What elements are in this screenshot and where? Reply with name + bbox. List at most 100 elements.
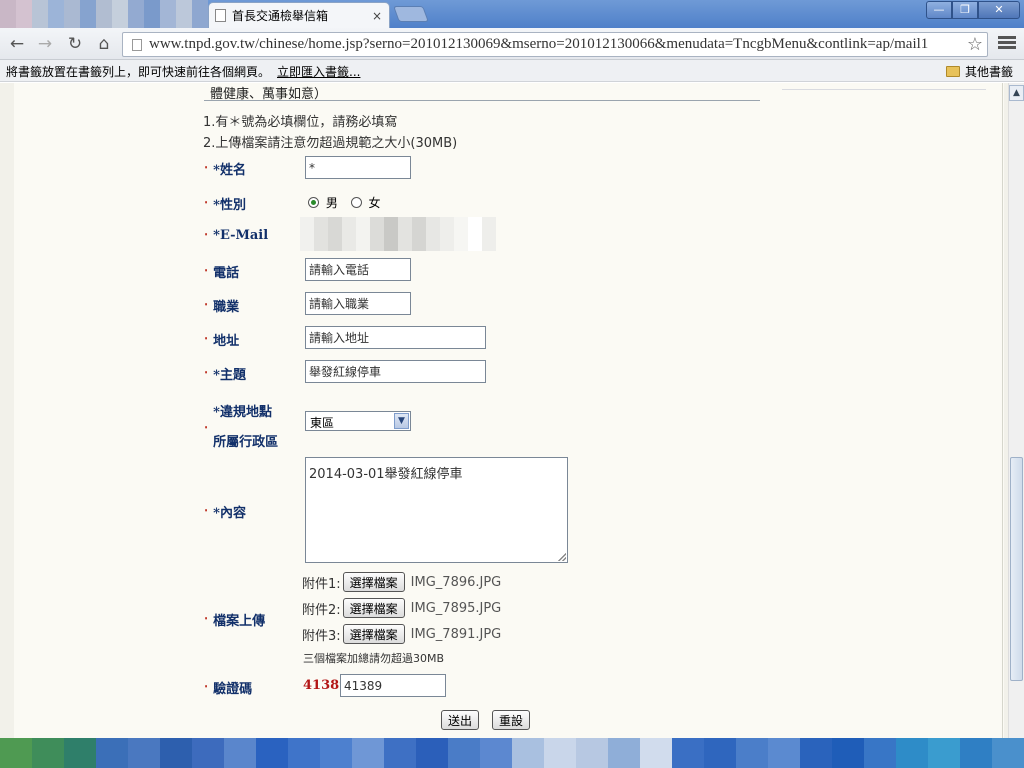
location-label-line1: *違規地點: [213, 405, 272, 420]
forward-icon[interactable]: →: [34, 33, 56, 55]
address-label-text: 地址: [213, 334, 240, 349]
tab-close-icon[interactable]: ×: [369, 9, 385, 23]
page-viewport: 體健康、萬事如意） 1.有＊號為必填欄位，請務必填寫 2.上傳檔案請注意勿超過規…: [0, 83, 1008, 738]
attachment-label: 附件3:: [302, 628, 341, 644]
taskbar-blurred: [0, 738, 1024, 768]
choose-file-button[interactable]: 選擇檔案: [342, 624, 405, 644]
browser-toolbar: ← → ↻ ⌂ www.tnpd.gov.tw/chinese/home.jsp…: [0, 28, 1024, 60]
subject-input[interactable]: [305, 360, 486, 383]
phone-input[interactable]: [305, 258, 411, 281]
import-bookmarks-link[interactable]: 立即匯入書籤...: [277, 63, 360, 80]
phone-label: ‧ 電話: [204, 262, 239, 281]
blurred-region: [0, 0, 208, 28]
phone-label-text: 電話: [213, 266, 240, 281]
upload-label-text: 檔案上傳: [213, 614, 266, 629]
captcha-input[interactable]: [340, 674, 446, 697]
bullet: ‧: [204, 161, 209, 176]
location-label: ‧ *違規地點 所屬行政區: [204, 398, 278, 458]
note-upload-size: 2.上傳檔案請注意勿超過規範之大小(30MB): [203, 136, 458, 151]
captcha-label: ‧ 驗證碼: [204, 678, 252, 697]
menu-icon[interactable]: [998, 34, 1016, 52]
district-select[interactable]: 東區 ▼: [305, 411, 411, 431]
job-label: ‧ 職業: [204, 296, 239, 315]
tab-active[interactable]: 首長交通檢舉信箱 ×: [208, 2, 390, 28]
upload-label: ‧ 檔案上傳: [204, 610, 265, 629]
gender-radio-group: 男 女: [308, 194, 384, 211]
gender-label: ‧ *性別: [204, 194, 246, 213]
bullet: ‧: [204, 680, 209, 695]
attachment-label: 附件1:: [302, 576, 341, 592]
gender-male-label: 男: [325, 196, 338, 210]
submit-button[interactable]: 送出: [441, 710, 480, 730]
bullet: ‧: [204, 420, 209, 436]
district-selected-value: 東區: [310, 416, 335, 430]
divider: [1002, 83, 1003, 738]
name-label: ‧ *姓名: [204, 159, 246, 178]
scroll-up-icon[interactable]: ▲: [1009, 85, 1024, 101]
address-bar[interactable]: www.tnpd.gov.tw/chinese/home.jsp?serno=2…: [122, 32, 988, 57]
content-label: ‧ *內容: [204, 502, 246, 521]
sidebar-box: [782, 83, 986, 90]
bookmarks-hint: 將書籤放置在書籤列上，即可快速前往各個網頁。: [6, 65, 271, 79]
attachment-filename: IMG_7895.JPG: [410, 600, 502, 616]
bookmark-star-icon[interactable]: ☆: [967, 34, 983, 55]
email-field-blurred[interactable]: [300, 217, 496, 251]
browser-title-bar: 首長交通檢舉信箱 × — ❐ ✕: [0, 0, 1024, 28]
bullet: ‧: [204, 504, 209, 519]
chevron-down-icon: ▼: [394, 413, 409, 429]
location-label-line2: 所屬行政區: [213, 435, 279, 450]
new-tab-button[interactable]: [393, 6, 429, 22]
divider: [204, 100, 760, 101]
email-label: ‧ *E-Mail: [204, 228, 268, 243]
attachment-row: 附件1: 選擇檔案 IMG_7896.JPG: [302, 572, 501, 592]
window-minimize-button[interactable]: —: [926, 1, 952, 19]
attachment-label: 附件2:: [302, 602, 341, 618]
bullet: ‧: [204, 612, 209, 627]
resize-handle-icon[interactable]: [558, 553, 566, 561]
content-label-text: *內容: [213, 506, 246, 521]
url-text[interactable]: www.tnpd.gov.tw/chinese/home.jsp?serno=2…: [149, 36, 987, 53]
attachment-filename: IMG_7891.JPG: [410, 626, 502, 642]
other-bookmarks-button[interactable]: 其他書籤: [946, 63, 1013, 80]
back-icon[interactable]: ←: [6, 33, 28, 55]
address-label: ‧ 地址: [204, 330, 239, 349]
gender-female-label: 女: [368, 196, 381, 210]
bullet: ‧: [204, 298, 209, 313]
name-label-text: *姓名: [213, 163, 246, 178]
bullet: ‧: [204, 366, 209, 381]
choose-file-button[interactable]: 選擇檔案: [342, 572, 405, 592]
bullet: ‧: [204, 332, 209, 347]
upload-size-note: 三個檔案加總請勿超過30MB: [303, 652, 445, 665]
other-bookmarks-label: 其他書籤: [965, 65, 1014, 79]
gender-female-radio[interactable]: [350, 197, 362, 208]
tab-title: 首長交通檢舉信箱: [232, 9, 329, 23]
name-input[interactable]: [305, 156, 411, 179]
note-required: 1.有＊號為必填欄位，請務必填寫: [203, 115, 398, 130]
gender-label-text: *性別: [213, 198, 246, 213]
attachment-row: 附件3: 選擇檔案 IMG_7891.JPG: [302, 624, 501, 644]
page-scrollbar[interactable]: ▲: [1008, 83, 1024, 738]
choose-file-button[interactable]: 選擇檔案: [342, 598, 405, 618]
page-icon: [132, 38, 142, 51]
bullet: ‧: [204, 196, 209, 211]
content-textarea[interactable]: 2014-03-01舉發紅線停車: [305, 457, 568, 563]
bookmarks-bar: 將書籤放置在書籤列上，即可快速前往各個網頁。 立即匯入書籤... 其他書籤: [0, 60, 1024, 82]
gender-male-radio[interactable]: [308, 197, 319, 208]
scroll-thumb[interactable]: [1010, 457, 1023, 681]
window-close-button[interactable]: ✕: [978, 1, 1020, 19]
subject-label-text: *主題: [213, 368, 246, 383]
page-body: [14, 83, 1004, 738]
job-label-text: 職業: [213, 300, 240, 315]
page-icon: [215, 9, 226, 22]
reset-button[interactable]: 重設: [492, 710, 531, 730]
bullet: ‧: [204, 228, 209, 243]
bullet: ‧: [204, 264, 209, 279]
email-label-text: *E-Mail: [213, 228, 269, 243]
folder-icon: [946, 66, 960, 77]
home-icon[interactable]: ⌂: [93, 33, 115, 55]
reload-icon[interactable]: ↻: [64, 33, 86, 55]
window-maximize-button[interactable]: ❐: [952, 1, 978, 19]
job-input[interactable]: [305, 292, 411, 315]
address-input[interactable]: [305, 326, 486, 349]
captcha-label-text: 驗證碼: [213, 682, 253, 697]
